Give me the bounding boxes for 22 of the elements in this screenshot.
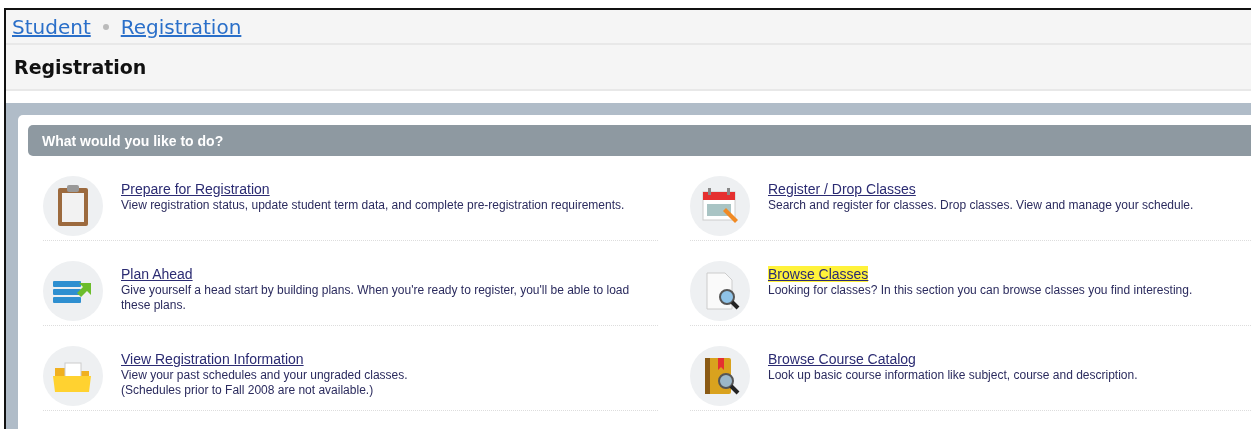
action-link[interactable]: Browse Classes (768, 266, 869, 282)
breadcrumb-link[interactable]: Student (12, 14, 91, 39)
action-description: Look up basic course information like subject, course and description. (768, 368, 1138, 383)
action-link[interactable]: Prepare for Registration (121, 181, 270, 197)
action-description: Search and register for classes. Drop classes. View and manage your schedule. (768, 198, 1194, 213)
calendar-pencil-icon[interactable] (690, 176, 750, 236)
section-header: What would you like to do? (28, 125, 1251, 156)
document-magnifier-icon[interactable] (690, 261, 750, 321)
action-description: Give yourself a head start by building plans. When you're ready to register, you'll be able to load these plans. (121, 283, 631, 313)
action-link[interactable]: Browse Course Catalog (768, 351, 916, 367)
action-description: Looking for classes? In this section you can browse classes you find interesting. (768, 283, 1193, 298)
clipboard-icon[interactable] (43, 176, 103, 236)
action-link[interactable]: View Registration Information (121, 351, 304, 367)
page-title: Registration (14, 56, 147, 78)
action-link[interactable]: Register / Drop Classes (768, 181, 916, 197)
breadcrumb-link[interactable]: Registration (120, 14, 242, 39)
book-magnifier-icon[interactable] (690, 346, 750, 406)
action-note: (Schedules prior to Fall 2008 are not available.) (121, 383, 375, 398)
breadcrumb-separator-icon (102, 23, 109, 30)
action-description: View registration status, update student term data, and complete pre-registration requirements. (121, 198, 625, 213)
action-link[interactable]: Plan Ahead (121, 266, 193, 282)
action-description: View your past schedules and your ungraded classes. (121, 368, 408, 383)
